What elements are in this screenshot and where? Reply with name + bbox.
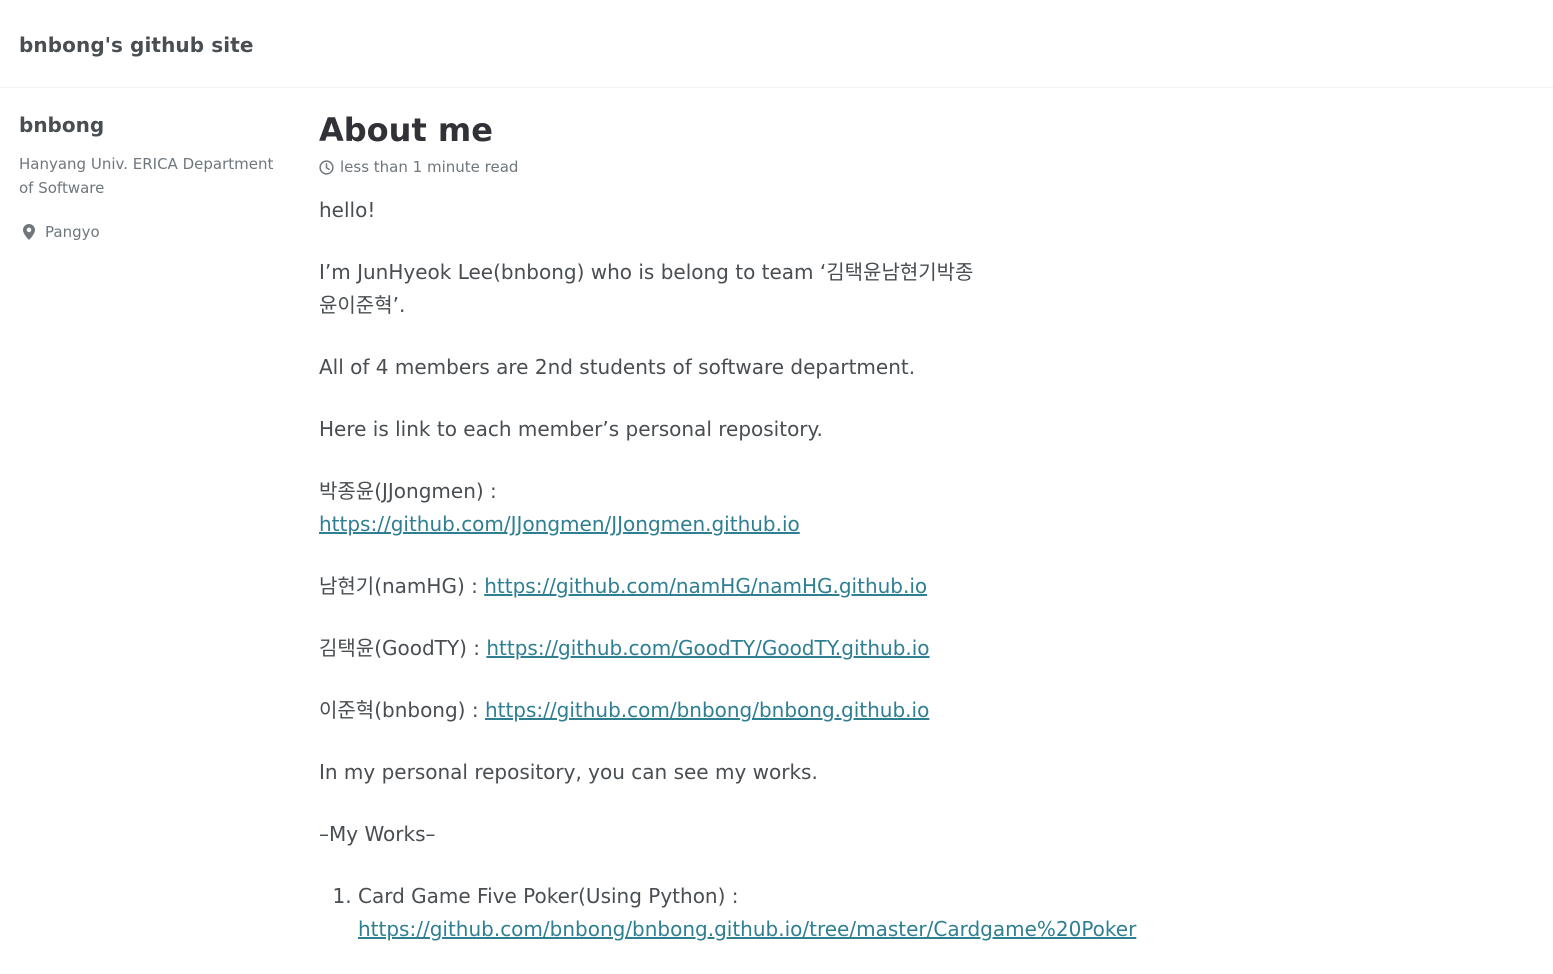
member-entry: 이준혁(bnbong) : https://github.com/bnbong/… [319, 694, 979, 727]
page-title: About me [319, 111, 493, 149]
member-repo-link[interactable]: https://github.com/namHG/namHG.github.io [484, 574, 927, 598]
member-label: 남현기(namHG) : [319, 574, 485, 598]
list-item: Card Game Five Poker(Using Python) : htt… [358, 880, 1258, 946]
member-repo-link[interactable]: https://github.com/JJongmen/JJongmen.git… [319, 512, 800, 536]
paragraph-links-intro: Here is link to each member’s personal r… [319, 417, 823, 441]
main-content: About me less than 1 minute read hello! … [319, 108, 1519, 946]
map-pin-icon [23, 224, 35, 240]
member-label: 박종윤(JJongmen) : [319, 479, 497, 503]
member-label: 김택윤(GoodTY) : [319, 636, 487, 660]
read-time-text: less than 1 minute read [340, 158, 519, 176]
site-title-link[interactable]: bnbong's github site [19, 33, 254, 57]
read-time: less than 1 minute read [319, 156, 1519, 178]
paragraph-members: All of 4 members are 2nd students of sof… [319, 355, 916, 379]
paragraph-intro: I’m JunHyeok Lee(bnbong) who is belong t… [319, 260, 974, 317]
author-bio: Hanyang Univ. ERICA Department of Softwa… [19, 155, 274, 197]
works-list: Card Game Five Poker(Using Python) : htt… [319, 880, 1258, 946]
works-heading: –My Works– [319, 822, 436, 846]
paragraph-hello: hello! [319, 198, 376, 222]
member-repo-link[interactable]: https://github.com/bnbong/bnbong.github.… [485, 698, 929, 722]
paragraph-works-intro: In my personal repository, you can see m… [319, 760, 818, 784]
member-repo-link[interactable]: https://github.com/GoodTY/GoodTY.github.… [486, 636, 929, 660]
page-content: hello! I’m JunHyeok Lee(bnbong) who is b… [319, 194, 1136, 946]
masthead: bnbong's github site [0, 0, 1553, 88]
member-entry: 남현기(namHG) : https://github.com/namHG/na… [319, 570, 979, 603]
author-sidebar: bnbong Hanyang Univ. ERICA Department of… [19, 110, 291, 244]
member-entry: 박종윤(JJongmen) : https://github.com/JJong… [319, 475, 979, 541]
author-location-text: Pangyo [45, 223, 100, 241]
author-name: bnbong [19, 113, 105, 137]
work-label: Card Game Five Poker(Using Python) : [358, 884, 739, 908]
member-entry: 김택윤(GoodTY) : https://github.com/GoodTY/… [319, 632, 979, 665]
clock-icon [319, 159, 334, 175]
work-repo-link[interactable]: https://github.com/bnbong/bnbong.github.… [358, 917, 1136, 941]
member-label: 이준혁(bnbong) : [319, 698, 485, 722]
author-location: Pangyo [19, 220, 291, 244]
